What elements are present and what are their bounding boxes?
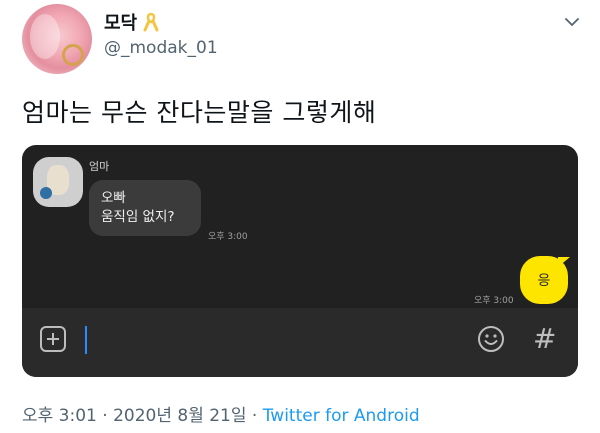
incoming-message-bubble: 오빠 움직임 없지?	[89, 180, 201, 236]
avatar-highlight	[30, 14, 60, 59]
tweet-source-link[interactable]: Twitter for Android	[263, 406, 420, 426]
user-handle[interactable]: @_modak_01	[104, 38, 218, 58]
hash-icon[interactable]: #	[533, 322, 556, 355]
plus-icon[interactable]	[40, 326, 66, 352]
outgoing-message-bubble: 응	[520, 256, 568, 304]
chat-avatar	[33, 157, 83, 207]
text-cursor[interactable]	[85, 326, 87, 354]
chevron-down-icon[interactable]	[564, 14, 580, 30]
yellow-ribbon-icon	[143, 12, 159, 32]
profile-avatar[interactable]	[22, 4, 92, 74]
display-name[interactable]: 모닥	[104, 9, 137, 35]
outgoing-time: 오후 3:00	[474, 296, 514, 306]
incoming-line-2: 움직임 없지?	[101, 209, 175, 225]
chat-input-bar: #	[22, 308, 578, 377]
name-row: 모닥	[104, 9, 160, 35]
emoji-icon[interactable]	[476, 324, 506, 354]
tweet-meta: 오후 3:01 · 2020년 8월 21일 · Twitter for And…	[22, 401, 420, 426]
chat-sender-name: 엄마	[89, 160, 110, 173]
incoming-line-1: 오빠	[101, 190, 126, 206]
chat-screenshot: 엄마 오빠 움직임 없지? 오후 3:00 오후 3:00 응 #	[22, 145, 578, 377]
tweet-text: 엄마는 무슨 잔다는말을 그렇게해	[22, 98, 377, 127]
avatar-earring	[62, 44, 84, 66]
tweet-timestamp[interactable]: 오후 3:01 · 2020년 8월 21일 ·	[22, 406, 263, 426]
incoming-time: 오후 3:00	[208, 232, 248, 242]
avatar-ball	[40, 187, 52, 199]
